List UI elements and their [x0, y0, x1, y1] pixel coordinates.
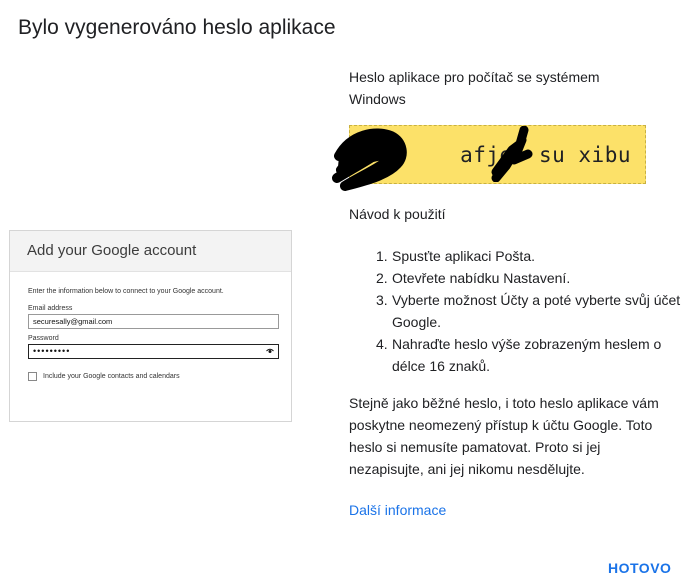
redaction-scribble-left: [332, 128, 407, 191]
dialog-title: Bylo vygenerováno heslo aplikace: [18, 16, 336, 39]
step-item: 4. Nahraďte heslo výše zobrazeným heslem …: [376, 336, 662, 374]
learn-more-link[interactable]: Další informace: [349, 502, 446, 518]
eye-icon: [266, 348, 274, 353]
illustration-checkbox-label: Include your Google contacts and calenda…: [43, 373, 180, 380]
password-heading: Heslo aplikace pro počítač se systémem W…: [349, 69, 600, 107]
redaction-scribble-middle: [491, 126, 533, 182]
step-item: 2. Otevřete nabídku Nastavení.: [376, 270, 571, 286]
illustration-header: Add your Google account: [10, 231, 291, 272]
illustration-password-value: •••••••••: [33, 346, 71, 356]
instructions-title: Návod k použití: [349, 206, 446, 222]
security-description: Stejně jako běžné heslo, i toto heslo ap…: [349, 395, 659, 477]
illustration-email-label: Email address: [28, 305, 73, 312]
step-item: 1. Spusťte aplikaci Pošta.: [376, 248, 535, 264]
illustration-checkbox: [28, 372, 37, 381]
done-button[interactable]: HOTOVO: [600, 556, 679, 580]
illustration-password-field: •••••••••: [28, 344, 279, 359]
instructions-steps: 1. Spusťte aplikaci Pošta. 2. Otevřete nab…: [376, 245, 681, 377]
illustration-email-field: securesally@gmail.com: [28, 314, 279, 329]
illustration-contacts-checkbox-row: Include your Google contacts and calenda…: [28, 372, 278, 381]
illustration-password-label: Password: [28, 335, 59, 342]
step-item: 3. Vyberte možnost Účty a poté vyberte sv…: [376, 292, 681, 330]
mail-account-illustration: Add your Google account Enter the inform…: [9, 230, 292, 422]
illustration-instructions: Enter the information below to connect t…: [28, 288, 224, 295]
